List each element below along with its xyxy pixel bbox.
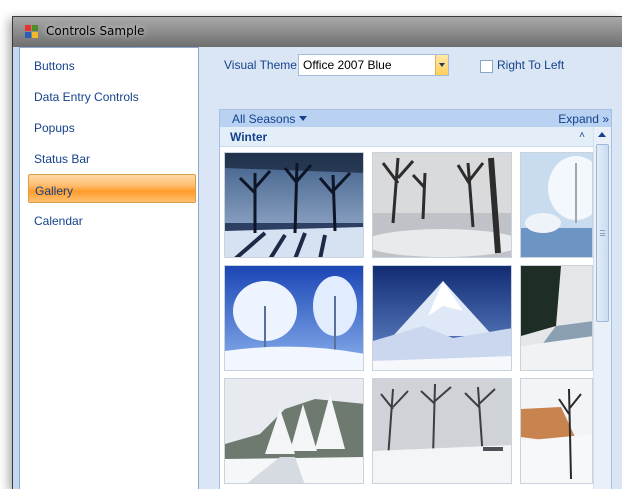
frozen-shore-image	[521, 379, 592, 483]
sidebar-item-popups[interactable]: Popups	[28, 112, 196, 141]
window-title: Controls Sample	[46, 24, 145, 38]
scrollbar-thumb[interactable]	[596, 144, 609, 322]
grip-icon	[600, 230, 605, 236]
title-bar[interactable]: Controls Sample	[13, 17, 622, 47]
group-title: Winter	[230, 130, 268, 144]
group-header-winter[interactable]: Winter ˄	[220, 127, 593, 147]
app-window-icon	[25, 25, 39, 38]
frosted-lake-image	[521, 153, 592, 257]
winter-photo-1[interactable]	[224, 152, 364, 258]
sidebar-item-gallery[interactable]: Gallery	[28, 174, 196, 203]
gallery-header: All Seasons Expand »	[220, 110, 611, 127]
vertical-scrollbar[interactable]	[593, 127, 611, 489]
right-to-left-checkbox[interactable]	[480, 60, 493, 73]
winter-photo-8[interactable]	[372, 378, 512, 484]
snowy-river-image	[521, 266, 592, 370]
frosted-tree-blue-image	[225, 266, 363, 370]
collapse-up-icon[interactable]: ˄	[579, 130, 585, 141]
expand-button[interactable]: Expand »	[558, 112, 609, 126]
foggy-trees-image	[373, 153, 511, 257]
options-toolbar: Visual Theme Office 2007 Blue Right To L…	[199, 47, 622, 91]
winter-photo-7[interactable]	[224, 378, 364, 484]
winter-photo-9[interactable]	[520, 378, 593, 484]
sidebar-item-status-bar[interactable]: Status Bar	[28, 143, 196, 172]
snow-mountain-image	[373, 266, 511, 370]
winter-photo-2[interactable]	[372, 152, 512, 258]
winter-photo-5[interactable]	[372, 265, 512, 371]
dropdown-button[interactable]	[435, 55, 448, 75]
all-seasons-filter[interactable]: All Seasons	[232, 112, 308, 126]
chevron-down-icon	[439, 63, 445, 67]
visual-theme-label: Visual Theme	[224, 58, 297, 72]
visual-theme-select[interactable]: Office 2007 Blue	[298, 54, 449, 76]
winter-photo-6[interactable]	[520, 265, 593, 371]
right-to-left-label[interactable]: Right To Left	[497, 58, 564, 72]
app-window: Controls Sample Buttons Data Entry Contr…	[12, 16, 622, 489]
snowy-park-image	[373, 379, 511, 483]
sidebar-item-calendar[interactable]: Calendar	[28, 205, 196, 234]
main-panel: Visual Theme Office 2007 Blue Right To L…	[199, 47, 622, 489]
caret-down-icon	[299, 116, 308, 121]
sidebar: Buttons Data Entry Controls Popups Statu…	[19, 47, 199, 489]
winter-photo-4[interactable]	[224, 265, 364, 371]
winter-photo-3[interactable]	[520, 152, 593, 258]
snowy-forest-road-image	[225, 379, 363, 483]
gallery-control: All Seasons Expand » Winter ˄	[219, 109, 612, 489]
dark-forest-image	[225, 153, 363, 257]
visual-theme-value: Office 2007 Blue	[303, 58, 392, 72]
sidebar-item-data-entry-controls[interactable]: Data Entry Controls	[28, 81, 196, 110]
window-client-area: Buttons Data Entry Controls Popups Statu…	[19, 47, 622, 489]
filter-label: All Seasons	[232, 112, 296, 126]
sidebar-item-buttons[interactable]: Buttons	[28, 50, 196, 79]
scroll-up-icon[interactable]	[598, 132, 606, 137]
